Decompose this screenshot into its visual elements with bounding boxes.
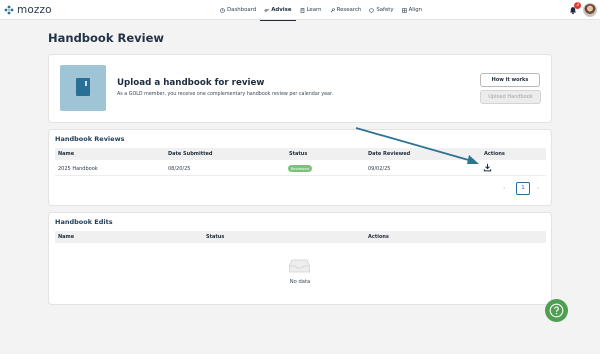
- pagination-prev[interactable]: ‹: [503, 185, 505, 192]
- nav-label: Learn: [306, 7, 322, 13]
- handbook-edits-card: Handbook Edits Name Status Actions No da…: [48, 212, 552, 305]
- date-reviewed: 09/02/25: [368, 166, 391, 172]
- logo-text: mozzo: [17, 4, 52, 16]
- column-header: Name: [58, 151, 75, 157]
- upload-title: Upload a handbook for review: [117, 78, 265, 88]
- book-icon: [300, 7, 304, 13]
- logo-mark-icon: [4, 5, 14, 15]
- wrench-icon: [330, 7, 335, 12]
- table-header: Name Status Actions: [55, 231, 546, 243]
- avatar[interactable]: [583, 3, 597, 17]
- upload-handbook-button[interactable]: Upload Handbook: [480, 90, 541, 104]
- notification-badge: 3: [574, 2, 581, 9]
- status-badge: Reviewed: [288, 165, 312, 172]
- nav-item-align[interactable]: Align: [398, 0, 427, 20]
- handbook-reviews-card: Handbook Reviews Name Date Submitted Sta…: [48, 129, 552, 206]
- column-header: Actions: [484, 151, 505, 157]
- column-header: Date Submitted: [168, 151, 213, 157]
- row-divider: [55, 175, 546, 176]
- pagination-page[interactable]: 1: [516, 182, 530, 195]
- shield-icon: [369, 7, 374, 13]
- column-header: Name: [58, 234, 75, 240]
- nav-item-dashboard[interactable]: Dashboard: [216, 0, 260, 20]
- handbook-tile: [60, 65, 106, 111]
- nav-item-research[interactable]: Research: [326, 0, 366, 20]
- upload-subtitle: As a GOLD member, you receive one comple…: [117, 92, 334, 97]
- column-header: Date Reviewed: [368, 151, 411, 157]
- nav-item-learn[interactable]: Learn: [296, 0, 326, 20]
- column-header: Status: [289, 151, 308, 157]
- nav-item-safety[interactable]: Safety: [365, 0, 397, 20]
- top-navigation-bar: mozzo Dashboard Advise Learn Research Sa…: [0, 0, 600, 21]
- page-title: Handbook Review: [48, 31, 165, 45]
- download-icon[interactable]: [483, 163, 492, 172]
- clock-icon: [220, 7, 225, 13]
- section-title: Handbook Edits: [55, 218, 113, 226]
- upload-handbook-card: Upload a handbook for review As a GOLD m…: [48, 54, 552, 123]
- handbook-icon: [76, 78, 90, 96]
- app-logo[interactable]: mozzo: [3, 3, 52, 17]
- help-button[interactable]: [545, 299, 568, 322]
- nav-label: Advise: [271, 7, 292, 13]
- handbook-name: 2025 Handbook: [58, 166, 98, 172]
- nav-label: Align: [408, 7, 423, 13]
- main-nav: Dashboard Advise Learn Research Safety A…: [216, 0, 427, 21]
- section-title: Handbook Reviews: [55, 135, 125, 143]
- date-submitted: 08/20/25: [168, 166, 191, 172]
- grid-icon: [401, 7, 407, 13]
- nav-label: Safety: [376, 7, 394, 13]
- nav-item-advise[interactable]: Advise: [260, 0, 296, 21]
- help-icon: [549, 303, 564, 318]
- how-it-works-button[interactable]: How it works: [480, 73, 540, 87]
- column-header: Status: [206, 234, 225, 240]
- column-header: Actions: [368, 234, 389, 240]
- empty-inbox-icon: [289, 259, 310, 273]
- nav-label: Research: [336, 7, 362, 13]
- pagination-next[interactable]: ›: [537, 185, 539, 192]
- empty-state-text: No data: [289, 279, 311, 285]
- nav-label: Dashboard: [227, 7, 257, 13]
- table-header: Name Date Submitted Status Date Reviewed…: [55, 148, 546, 160]
- handshake-icon: [264, 8, 269, 12]
